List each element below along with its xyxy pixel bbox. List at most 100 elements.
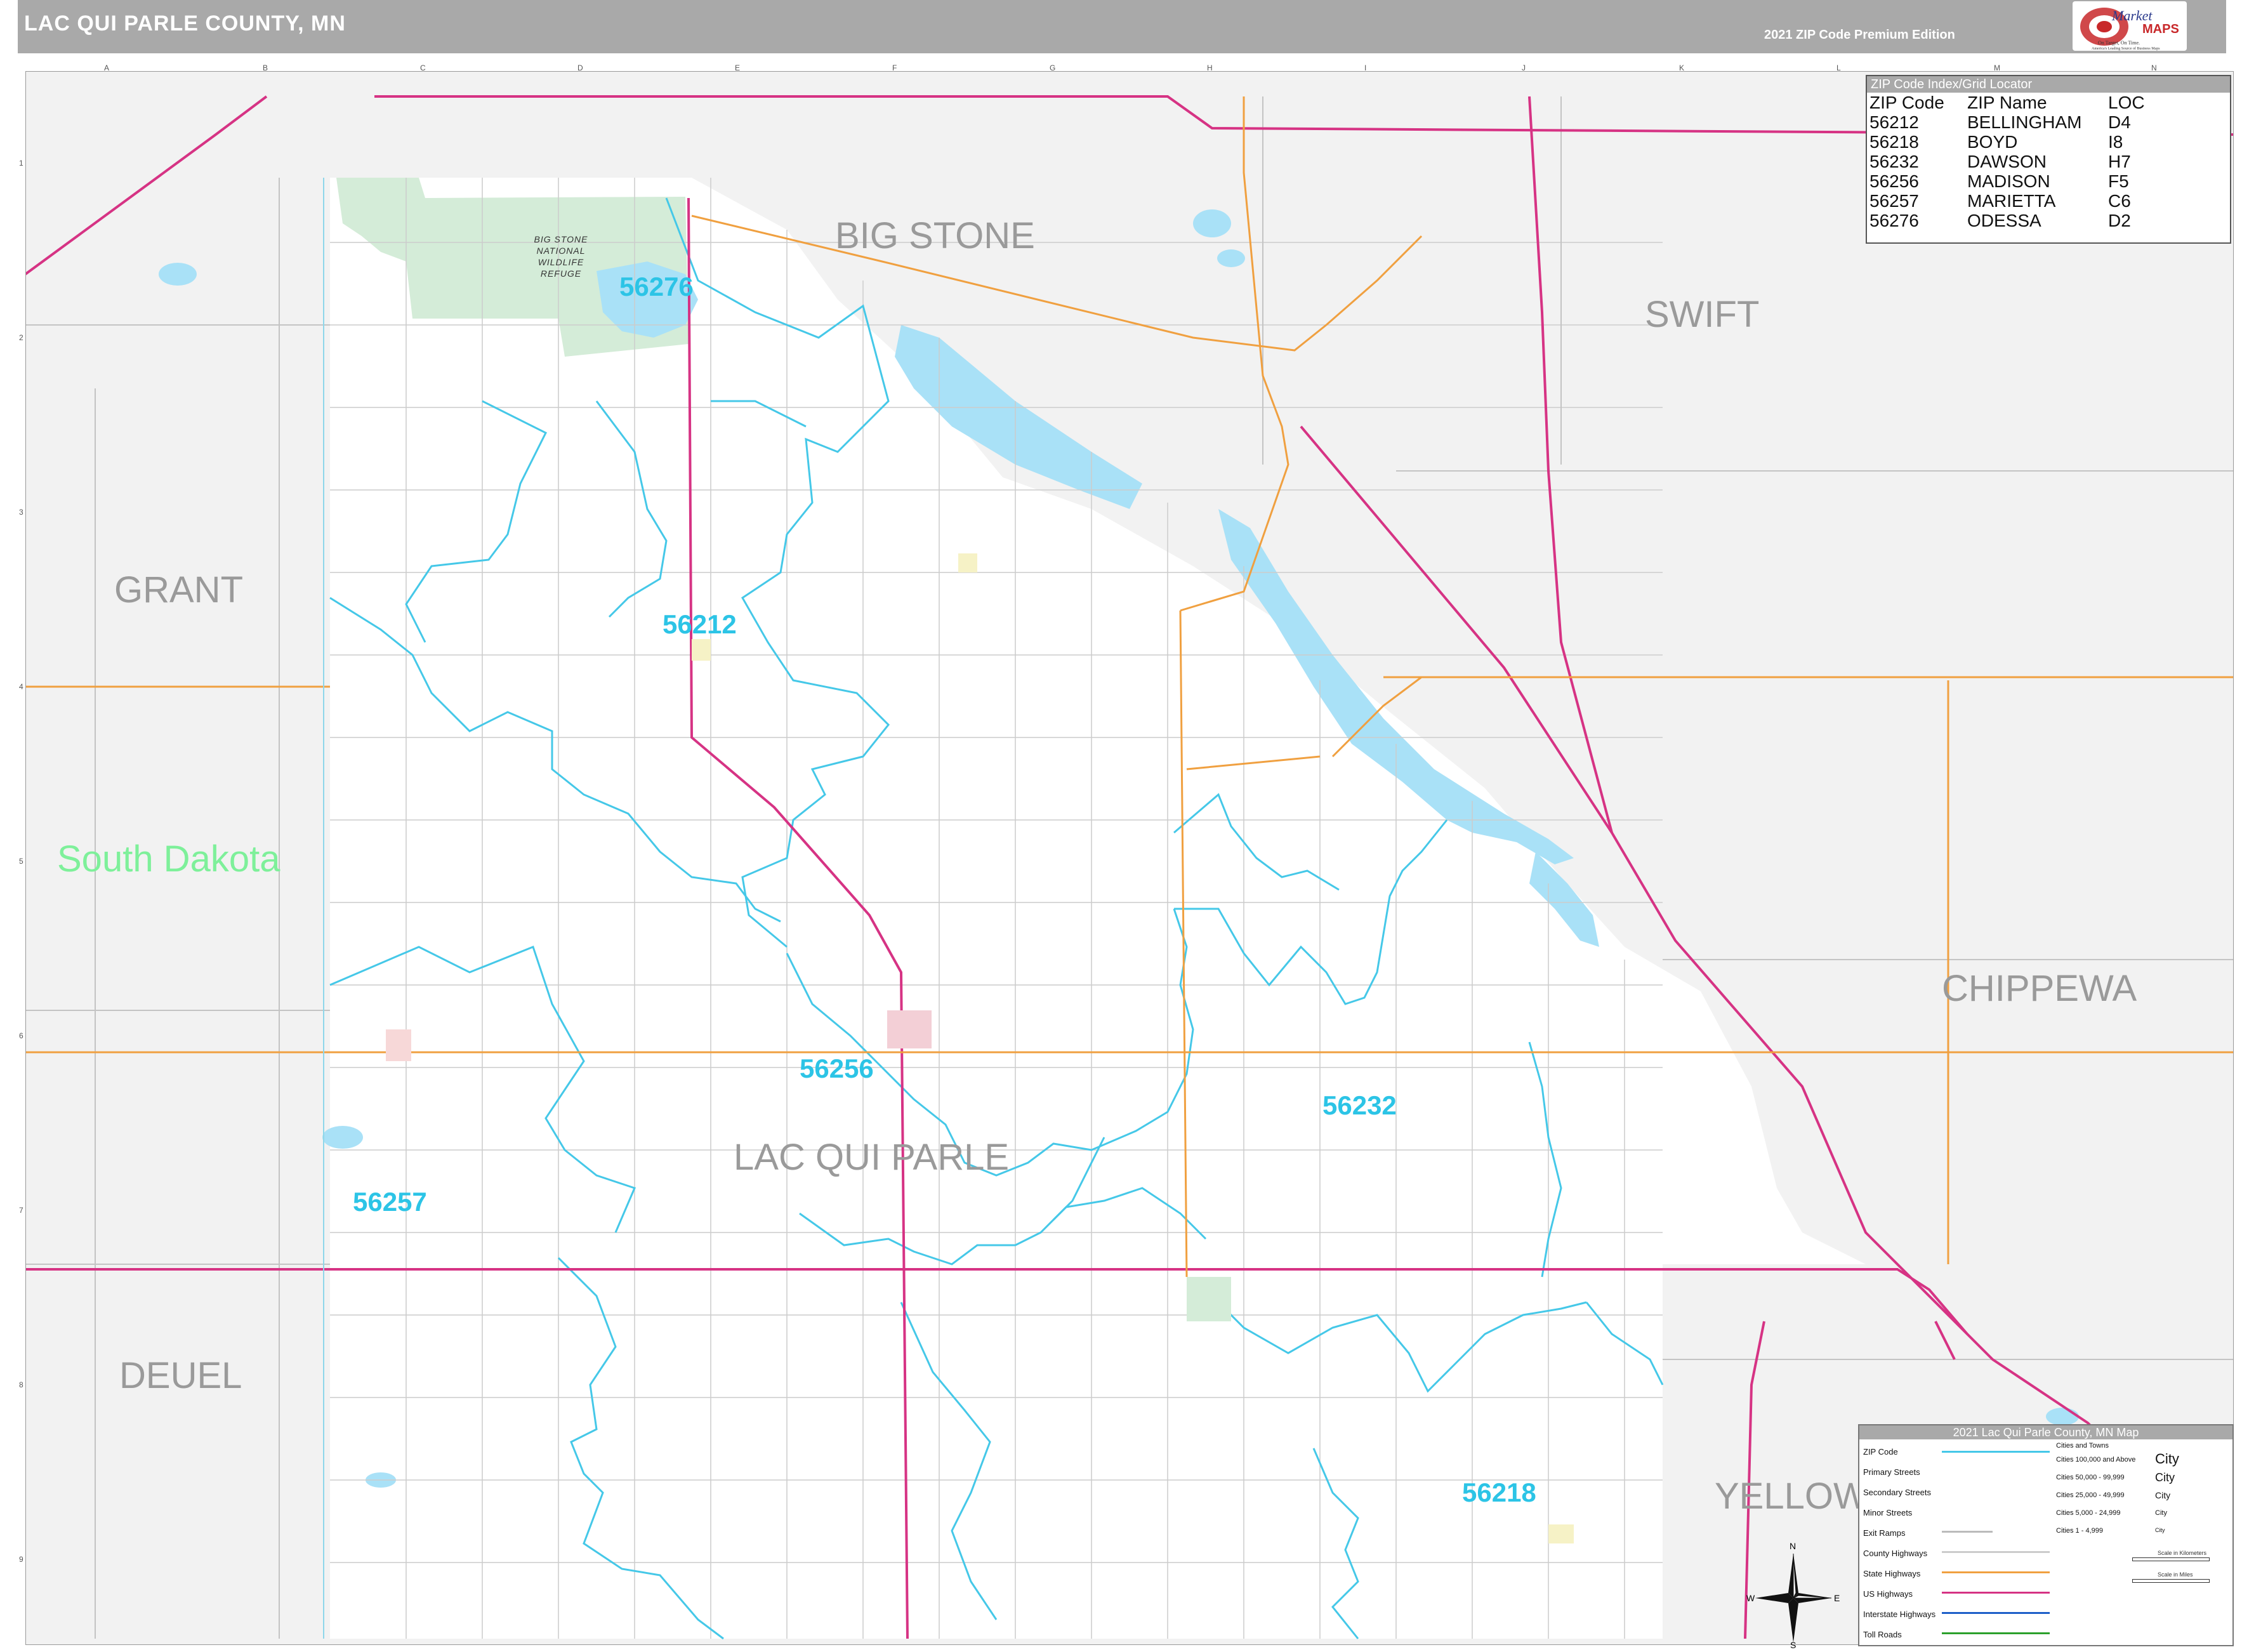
county-map[interactable] xyxy=(25,71,2234,1645)
map-legend: 2021 Lac Qui Parle County, MN Map ZIP Co… xyxy=(1858,1424,2234,1646)
grid-col-c: C xyxy=(420,63,426,72)
town-louisburg xyxy=(958,553,977,572)
zip-index-table: ZIP Code ZIP Name LOC 56212 BELLINGHAM D4 … xyxy=(1869,93,2149,230)
legend-item: Exit Ramps xyxy=(1863,1528,1906,1538)
legend-item: State Highways xyxy=(1863,1569,1921,1578)
legend-city-size: Cities 25,000 - 49,999 xyxy=(2056,1491,2125,1499)
grid-col-a: A xyxy=(104,63,110,72)
svg-text:On Target, On Time.: On Target, On Time. xyxy=(2098,40,2140,46)
grid-row-8: 8 xyxy=(19,1380,23,1389)
county-label-big-stone: BIG STONE xyxy=(835,215,1035,256)
zip-index-panel: ZIP Code Index/Grid Locator ZIP Code ZIP… xyxy=(1866,75,2231,244)
grid-col-j: J xyxy=(1522,63,1526,72)
zip-index-col-loc: LOC xyxy=(2108,93,2145,112)
grid-col-m: M xyxy=(1994,63,2000,72)
zip-cell: 56232 xyxy=(1869,152,1919,171)
county-label-yellow: YELLOW xyxy=(1715,1476,1868,1517)
header-bar: LAC QUI PARLE COUNTY, MN 2021 ZIP Code P… xyxy=(18,0,2226,53)
zip-label-56257: 56257 xyxy=(353,1187,427,1217)
table-row: 56257 MARIETTA C6 xyxy=(1869,191,2149,211)
compass-w: W xyxy=(1746,1593,1755,1603)
svg-text:America's Leading Source of Bu: America's Leading Source of Business Map… xyxy=(2092,46,2160,51)
town-bellingham xyxy=(692,639,711,661)
table-row: 56276 ODESSA D2 xyxy=(1869,211,2149,230)
zip-index-col-zip: ZIP Code xyxy=(1869,93,1944,112)
legend-zip-line xyxy=(1942,1451,2050,1453)
zip-cell: 56212 xyxy=(1869,112,1919,132)
lake-small-2 xyxy=(1217,249,1245,267)
town-madison xyxy=(887,1010,932,1048)
grid-col-e: E xyxy=(735,63,741,72)
legend-city-sample: City xyxy=(2155,1527,2165,1533)
county-label-grant: GRANT xyxy=(114,569,243,611)
compass-rose-icon: N S W E xyxy=(1746,1541,1840,1650)
grid-col-l: L xyxy=(1836,63,1841,72)
legend-scale-mi: Scale in Miles xyxy=(2158,1571,2193,1578)
legend-city-sample: City xyxy=(2155,1509,2167,1517)
zip-label-56276: 56276 xyxy=(619,272,694,301)
zip-cell: 56257 xyxy=(1869,191,1919,211)
grid-row-9: 9 xyxy=(19,1555,23,1564)
legend-city-size: Cities 1 - 4,999 xyxy=(2056,1527,2103,1535)
zip-cell: 56218 xyxy=(1869,132,1919,152)
zip-index-col-name: ZIP Name xyxy=(1967,93,2047,112)
grid-col-d: D xyxy=(577,63,583,72)
legend-item: Interstate Highways xyxy=(1863,1609,1936,1619)
map-title: LAC QUI PARLE COUNTY, MN xyxy=(24,11,346,36)
table-row: 56212 BELLINGHAM D4 xyxy=(1869,112,2149,132)
legend-county-line xyxy=(1942,1551,2050,1553)
zip-index-header-row: ZIP Code ZIP Name LOC xyxy=(1869,93,2149,112)
name-cell: MADISON xyxy=(1967,171,2050,191)
name-cell: ODESSA xyxy=(1967,211,2041,230)
zip-label-56232: 56232 xyxy=(1322,1090,1397,1120)
grid-col-g: G xyxy=(1050,63,1056,72)
loc-cell: C6 xyxy=(2108,191,2131,211)
legend-city-size: Cities 5,000 - 24,999 xyxy=(2056,1509,2121,1517)
grid-col-f: F xyxy=(892,63,897,72)
logo-text: Market xyxy=(2111,8,2153,23)
legend-title: 2021 Lac Qui Parle County, MN Map xyxy=(1859,1425,2232,1439)
lake-small-6 xyxy=(2046,1408,2079,1425)
table-row: 56232 DAWSON H7 xyxy=(1869,152,2149,171)
compass-s: S xyxy=(1790,1640,1797,1650)
legend-item: County Highways xyxy=(1863,1549,1928,1558)
legend-us-line xyxy=(1942,1592,2050,1594)
loc-cell: D4 xyxy=(2108,112,2131,132)
zip-index-title: ZIP Code Index/Grid Locator xyxy=(1867,76,2230,93)
compass-e: E xyxy=(1834,1593,1840,1603)
town-boyd xyxy=(1548,1524,1574,1543)
name-cell: DAWSON xyxy=(1967,152,2047,171)
grid-col-b: B xyxy=(263,63,268,72)
loc-cell: D2 xyxy=(2108,211,2131,230)
logo-icon: Market MAPS On Target, On Time. America'… xyxy=(2080,8,2179,51)
grid-row-6: 6 xyxy=(19,1031,23,1040)
legend-item: Primary Streets xyxy=(1863,1467,1920,1477)
zip-label-56212: 56212 xyxy=(663,609,737,639)
state-label-south-dakota: South Dakota xyxy=(57,838,280,880)
town-dawson xyxy=(1187,1277,1231,1321)
county-label-lac-qui-parle: LAC QUI PARLE xyxy=(734,1137,1010,1178)
zip-label-56218: 56218 xyxy=(1462,1477,1536,1507)
legend-item: Minor Streets xyxy=(1863,1508,1913,1517)
county-label-deuel: DEUEL xyxy=(119,1355,242,1396)
grid-row-3: 3 xyxy=(19,508,23,517)
market-maps-logo: Market MAPS On Target, On Time. America'… xyxy=(2073,1,2187,51)
legend-state-line xyxy=(1942,1571,2050,1573)
name-cell: MARIETTA xyxy=(1967,191,2056,211)
legend-cities-title: Cities and Towns xyxy=(2056,1442,2109,1450)
town-marietta xyxy=(386,1029,411,1061)
lake-small-1 xyxy=(1193,209,1231,237)
grid-col-k: K xyxy=(1679,63,1685,72)
legend-item: Secondary Streets xyxy=(1863,1488,1931,1497)
legend-city-sample: City xyxy=(2155,1451,2179,1467)
loc-cell: H7 xyxy=(2108,152,2131,171)
name-cell: BELLINGHAM xyxy=(1967,112,2082,132)
zip-cell: 56256 xyxy=(1869,171,1919,191)
svg-text:MAPS: MAPS xyxy=(2142,22,2179,36)
name-cell: BOYD xyxy=(1967,132,2018,152)
legend-item: US Highways xyxy=(1863,1589,1913,1599)
zip-cell: 56276 xyxy=(1869,211,1919,230)
grid-col-n: N xyxy=(2151,63,2157,72)
lake-small-4 xyxy=(159,263,197,286)
grid-row-4: 4 xyxy=(19,682,23,691)
